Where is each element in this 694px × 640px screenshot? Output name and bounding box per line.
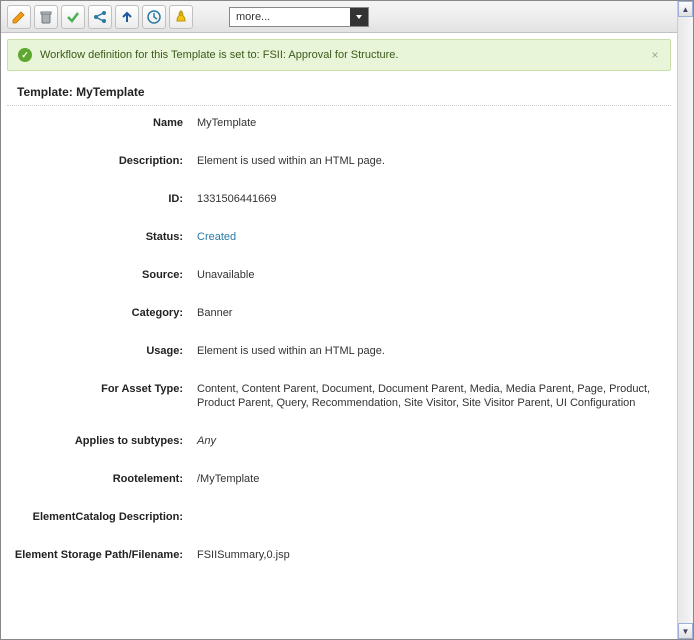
- field-label: Applies to subtypes:: [7, 434, 197, 448]
- vertical-scrollbar[interactable]: ▲ ▼: [677, 1, 693, 639]
- field-label: Element Storage Path/Filename:: [7, 548, 197, 562]
- approve-button[interactable]: [61, 5, 85, 29]
- field-status: Status: Created: [7, 230, 671, 244]
- field-name: Name MyTemplate: [7, 116, 671, 130]
- field-value: Banner: [197, 306, 671, 320]
- field-label: Description:: [7, 154, 197, 168]
- field-value: Content, Content Parent, Document, Docum…: [197, 382, 671, 410]
- field-value: Unavailable: [197, 268, 671, 282]
- field-value: Any: [197, 434, 671, 448]
- toolbar: more...: [1, 1, 677, 33]
- more-dropdown[interactable]: more...: [229, 7, 369, 27]
- more-dropdown-label: more...: [230, 11, 350, 23]
- field-storagepath: Element Storage Path/Filename: FSIISumma…: [7, 548, 671, 562]
- close-icon[interactable]: ×: [648, 48, 662, 62]
- field-source: Source: Unavailable: [7, 268, 671, 282]
- field-label: Source:: [7, 268, 197, 282]
- delete-button[interactable]: [34, 5, 58, 29]
- field-label: Category:: [7, 306, 197, 320]
- field-assettype: For Asset Type: Content, Content Parent,…: [7, 382, 671, 410]
- field-label: Rootelement:: [7, 472, 197, 486]
- edit-button[interactable]: [7, 5, 31, 29]
- field-value: Element is used within an HTML page.: [197, 344, 671, 358]
- field-label: Usage:: [7, 344, 197, 358]
- share-button[interactable]: [88, 5, 112, 29]
- check-icon: [18, 48, 32, 62]
- field-catalogdesc: ElementCatalog Description:: [7, 510, 671, 524]
- field-id: ID: 1331506441669: [7, 192, 671, 206]
- field-category: Category: Banner: [7, 306, 671, 320]
- field-value: /MyTemplate: [197, 472, 671, 486]
- page-title: Template: MyTemplate: [7, 77, 671, 106]
- field-label: ElementCatalog Description:: [7, 510, 197, 524]
- history-button[interactable]: [142, 5, 166, 29]
- field-description: Description: Element is used within an H…: [7, 154, 671, 168]
- field-label: For Asset Type:: [7, 382, 197, 396]
- field-value: FSIISummary,0.jsp: [197, 548, 671, 562]
- field-subtypes: Applies to subtypes: Any: [7, 434, 671, 448]
- scroll-down-icon[interactable]: ▼: [678, 623, 693, 639]
- status-link[interactable]: Created: [197, 230, 671, 244]
- field-rootelement: Rootelement: /MyTemplate: [7, 472, 671, 486]
- scroll-up-icon[interactable]: ▲: [678, 1, 693, 17]
- field-label: Name: [7, 116, 197, 130]
- feature-button[interactable]: [169, 5, 193, 29]
- field-label: Status:: [7, 230, 197, 244]
- field-usage: Usage: Element is used within an HTML pa…: [7, 344, 671, 358]
- field-value: MyTemplate: [197, 116, 671, 130]
- upload-button[interactable]: [115, 5, 139, 29]
- chevron-down-icon: [350, 8, 368, 26]
- scroll-track[interactable]: [678, 17, 693, 623]
- notice-text: Workflow definition for this Template is…: [40, 49, 398, 61]
- field-value: Element is used within an HTML page.: [197, 154, 671, 168]
- field-value: 1331506441669: [197, 192, 671, 206]
- notice-banner: Workflow definition for this Template is…: [7, 39, 671, 71]
- fields-panel: Name MyTemplate Description: Element is …: [1, 106, 677, 596]
- field-label: ID:: [7, 192, 197, 206]
